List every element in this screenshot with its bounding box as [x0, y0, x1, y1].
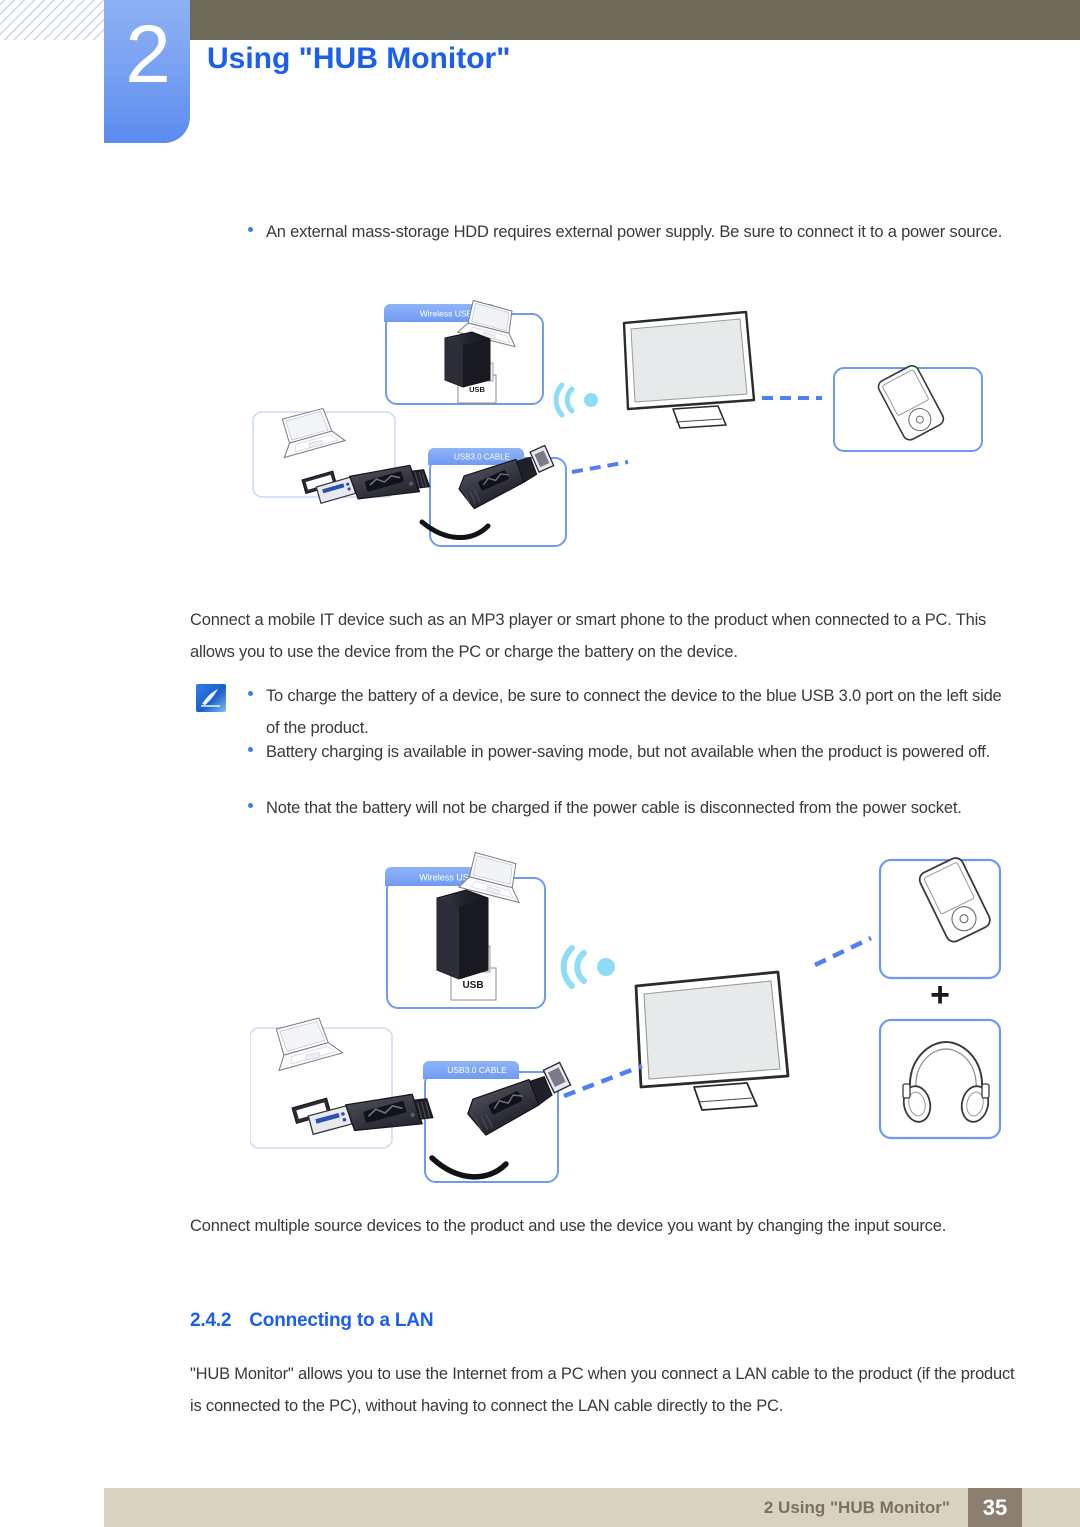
- bullet-text: Battery charging is available in power-s…: [266, 743, 991, 761]
- page-title: Using "HUB Monitor": [207, 42, 511, 75]
- label-usb-dongle-2: USB: [462, 980, 483, 991]
- wireless-usb-dongle-1: USB: [444, 331, 497, 404]
- section-title: Connecting to a LAN: [249, 1310, 434, 1331]
- list-item: An external mass-storage HDD requires ex…: [248, 216, 1008, 248]
- plus-sign: +: [930, 976, 950, 1014]
- paragraph-multiple-sources: Connect multiple source devices to the p…: [190, 1217, 947, 1235]
- diagram-usb-connection-1: Wireless USB USB USB3.0 CABLE: [250, 290, 1010, 555]
- paragraph-lan-intro: "HUB Monitor" allows you to use the Inte…: [190, 1365, 1015, 1415]
- chapter-number-block: 2: [104, 0, 190, 143]
- mp3-player-box-1: [833, 365, 983, 452]
- wireless-signal-icon-2: [560, 945, 615, 989]
- laptop-icon-2: [281, 407, 347, 459]
- wireless-usb-dongle-2: USB: [436, 889, 497, 1001]
- wireless-signal-icon-1: [553, 382, 598, 418]
- usb-plug-a-2: [307, 1093, 434, 1136]
- header-olive-bar: [190, 0, 1080, 40]
- monitor-icon-2: [634, 970, 790, 1111]
- label-wireless-usb: Wireless USB: [420, 309, 473, 319]
- bullet-text: Note that the battery will not be charge…: [266, 799, 962, 817]
- diagram-usb-connection-2: Wireless USB USB + USB3.0 CABLE: [250, 850, 1010, 1195]
- usb-cable: [419, 519, 491, 540]
- mp3-player-box-2: [878, 857, 1002, 980]
- paragraph-mobile-it-device: Connect a mobile IT device such as an MP…: [190, 611, 987, 661]
- label-usb-dongle: USB: [469, 385, 485, 394]
- usb-cable-2: [429, 1155, 509, 1180]
- list-item: To charge the battery of a device, be su…: [248, 680, 1008, 744]
- page-number-box: 35: [968, 1488, 1022, 1527]
- bullet-text: To charge the battery of a device, be su…: [266, 687, 1002, 737]
- bullet-marker: [248, 736, 266, 768]
- headphones-box: [878, 1018, 1002, 1140]
- bullet-marker: [248, 792, 266, 824]
- note-pen-glyph: [201, 689, 220, 707]
- footer-text-wrap: 2 Using "HUB Monitor": [104, 1488, 968, 1527]
- list-item: Battery charging is available in power-s…: [248, 736, 1010, 768]
- dashed-connector-2: [571, 460, 629, 474]
- dashed-connector-4: [563, 1063, 643, 1099]
- section-heading: 2.4.2 Connecting to a LAN: [190, 1310, 434, 1332]
- label-usb30-cable-2: USB3.0 CABLE: [447, 1065, 507, 1075]
- bullet-text: An external mass-storage HDD requires ex…: [266, 223, 1003, 241]
- note-icon: [196, 684, 226, 712]
- list-item: Note that the battery will not be charge…: [248, 792, 1014, 824]
- chapter-number: 2: [125, 9, 171, 100]
- laptop-icon-4: [275, 1017, 344, 1072]
- hatch-decoration: [0, 0, 104, 40]
- monitor-icon-1: [622, 310, 756, 429]
- section-number: 2.4.2: [190, 1310, 232, 1331]
- footer-text: 2 Using "HUB Monitor": [763, 1498, 950, 1517]
- usb-plug-a-1: [315, 464, 431, 505]
- dashed-connector-3: [814, 935, 872, 968]
- label-usb30-cable: USB3.0 CABLE: [454, 453, 510, 462]
- bullet-marker: [248, 680, 266, 744]
- bullet-marker: [248, 216, 266, 248]
